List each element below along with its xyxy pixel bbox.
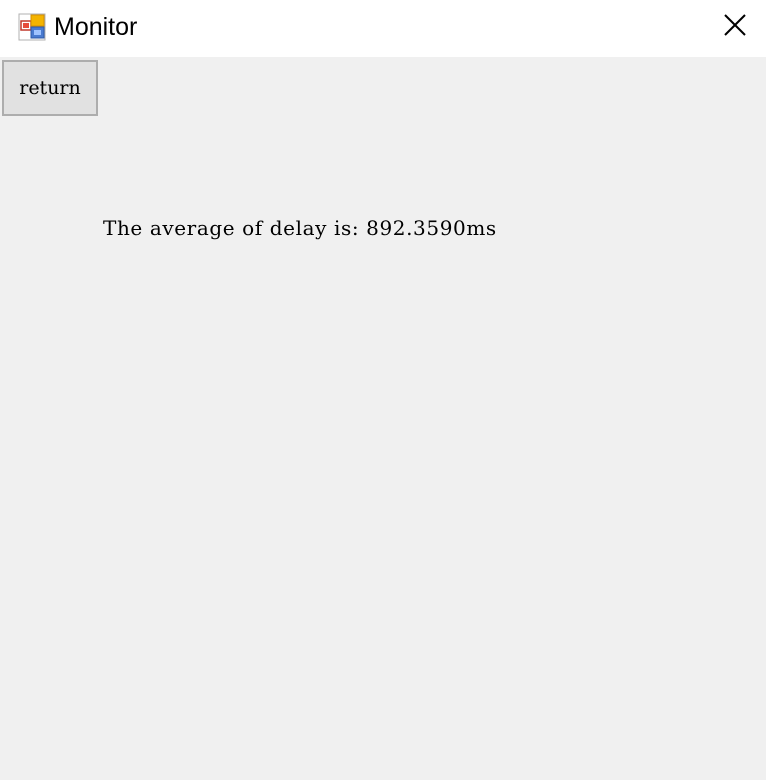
average-delay-label: The average of delay is: 892.3590ms [103,216,497,240]
monitor-window: Monitor return The average of delay is: … [0,0,766,780]
client-area: return The average of delay is: 892.3590… [0,57,766,780]
app-icon [18,13,46,41]
close-icon [724,13,746,41]
title-bar[interactable]: Monitor [0,0,766,57]
window-title: Monitor [54,13,138,41]
close-button[interactable] [704,0,766,54]
return-button[interactable]: return [2,60,98,116]
